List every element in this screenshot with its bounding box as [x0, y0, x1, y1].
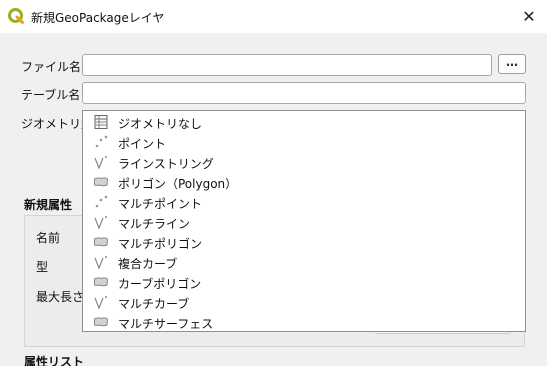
geometry-option-label: マルチサーフェス — [118, 317, 214, 331]
geometry-option-label: カーブポリゴン — [118, 277, 202, 291]
geometry-option-label: マルチライン — [118, 217, 191, 231]
new-attribute-section-title: 新規属性 — [24, 198, 73, 212]
title-bar: 新規GeoPackageレイヤ ✕ — [0, 0, 547, 33]
table-name-label: テーブル名 — [21, 88, 81, 102]
window-title: 新規GeoPackageレイヤ — [31, 11, 165, 25]
file-name-label: ファイル名 — [21, 60, 82, 74]
attribute-type-label: 型 — [36, 260, 49, 274]
polygon-icon — [94, 177, 109, 187]
polygon-icon — [94, 237, 109, 247]
geometry-option-polygon[interactable]: ポリゴン（Polygon） — [83, 172, 525, 192]
geometry-option-label: 複合カーブ — [118, 257, 178, 271]
geometry-option-multisurface[interactable]: マルチサーフェス — [83, 312, 525, 332]
geometry-option-curve-polygon[interactable]: カーブポリゴン — [83, 272, 525, 292]
line-icon — [94, 256, 107, 270]
table-icon — [94, 115, 108, 129]
polygon-icon — [94, 277, 109, 287]
ellipsis-icon: … — [506, 55, 518, 69]
geometry-option-label: マルチポイント — [118, 197, 203, 211]
geometry-option-multipolygon[interactable]: マルチポリゴン — [83, 232, 525, 252]
line-icon — [94, 156, 107, 170]
attribute-name-label: 名前 — [36, 231, 61, 245]
table-name-input[interactable] — [82, 82, 526, 104]
polygon-icon — [94, 317, 109, 327]
geometry-option-label: ポリゴン（Polygon） — [118, 177, 238, 191]
browse-button[interactable]: … — [498, 54, 526, 74]
point-icon — [95, 135, 108, 148]
line-icon — [94, 216, 107, 230]
attribute-max-length-label: 最大長さ — [36, 290, 85, 304]
point-icon — [95, 195, 108, 208]
geometry-option-label: ラインストリング — [118, 157, 214, 171]
geometry-option-label: マルチポリゴン — [118, 237, 203, 251]
close-button[interactable]: ✕ — [511, 0, 547, 33]
geometry-option-multiline[interactable]: マルチライン — [83, 212, 525, 232]
geometry-option-label: マルチカーブ — [118, 297, 190, 311]
geometry-option-label: ポイント — [118, 137, 167, 151]
geometry-type-dropdown-list[interactable]: ジオメトリなし ポイント ラインストリング ポリゴン（Polygon） マルチポ… — [82, 110, 526, 332]
close-icon: ✕ — [522, 7, 536, 26]
geometry-option-label: ジオメトリなし — [118, 117, 203, 131]
line-icon — [94, 296, 107, 310]
attribute-list-section-title: 属性リスト — [24, 355, 85, 366]
geometry-option-linestring[interactable]: ラインストリング — [83, 152, 525, 172]
geometry-option-multicurve[interactable]: マルチカーブ — [83, 292, 525, 312]
file-name-input[interactable] — [82, 54, 492, 76]
geometry-option-multipoint[interactable]: マルチポイント — [83, 192, 525, 212]
geometry-option-compound-curve[interactable]: 複合カーブ — [83, 252, 525, 272]
geometry-option-point[interactable]: ポイント — [83, 132, 525, 152]
qgis-logo-icon — [8, 8, 24, 24]
geometry-option-no-geometry[interactable]: ジオメトリなし — [83, 112, 525, 132]
